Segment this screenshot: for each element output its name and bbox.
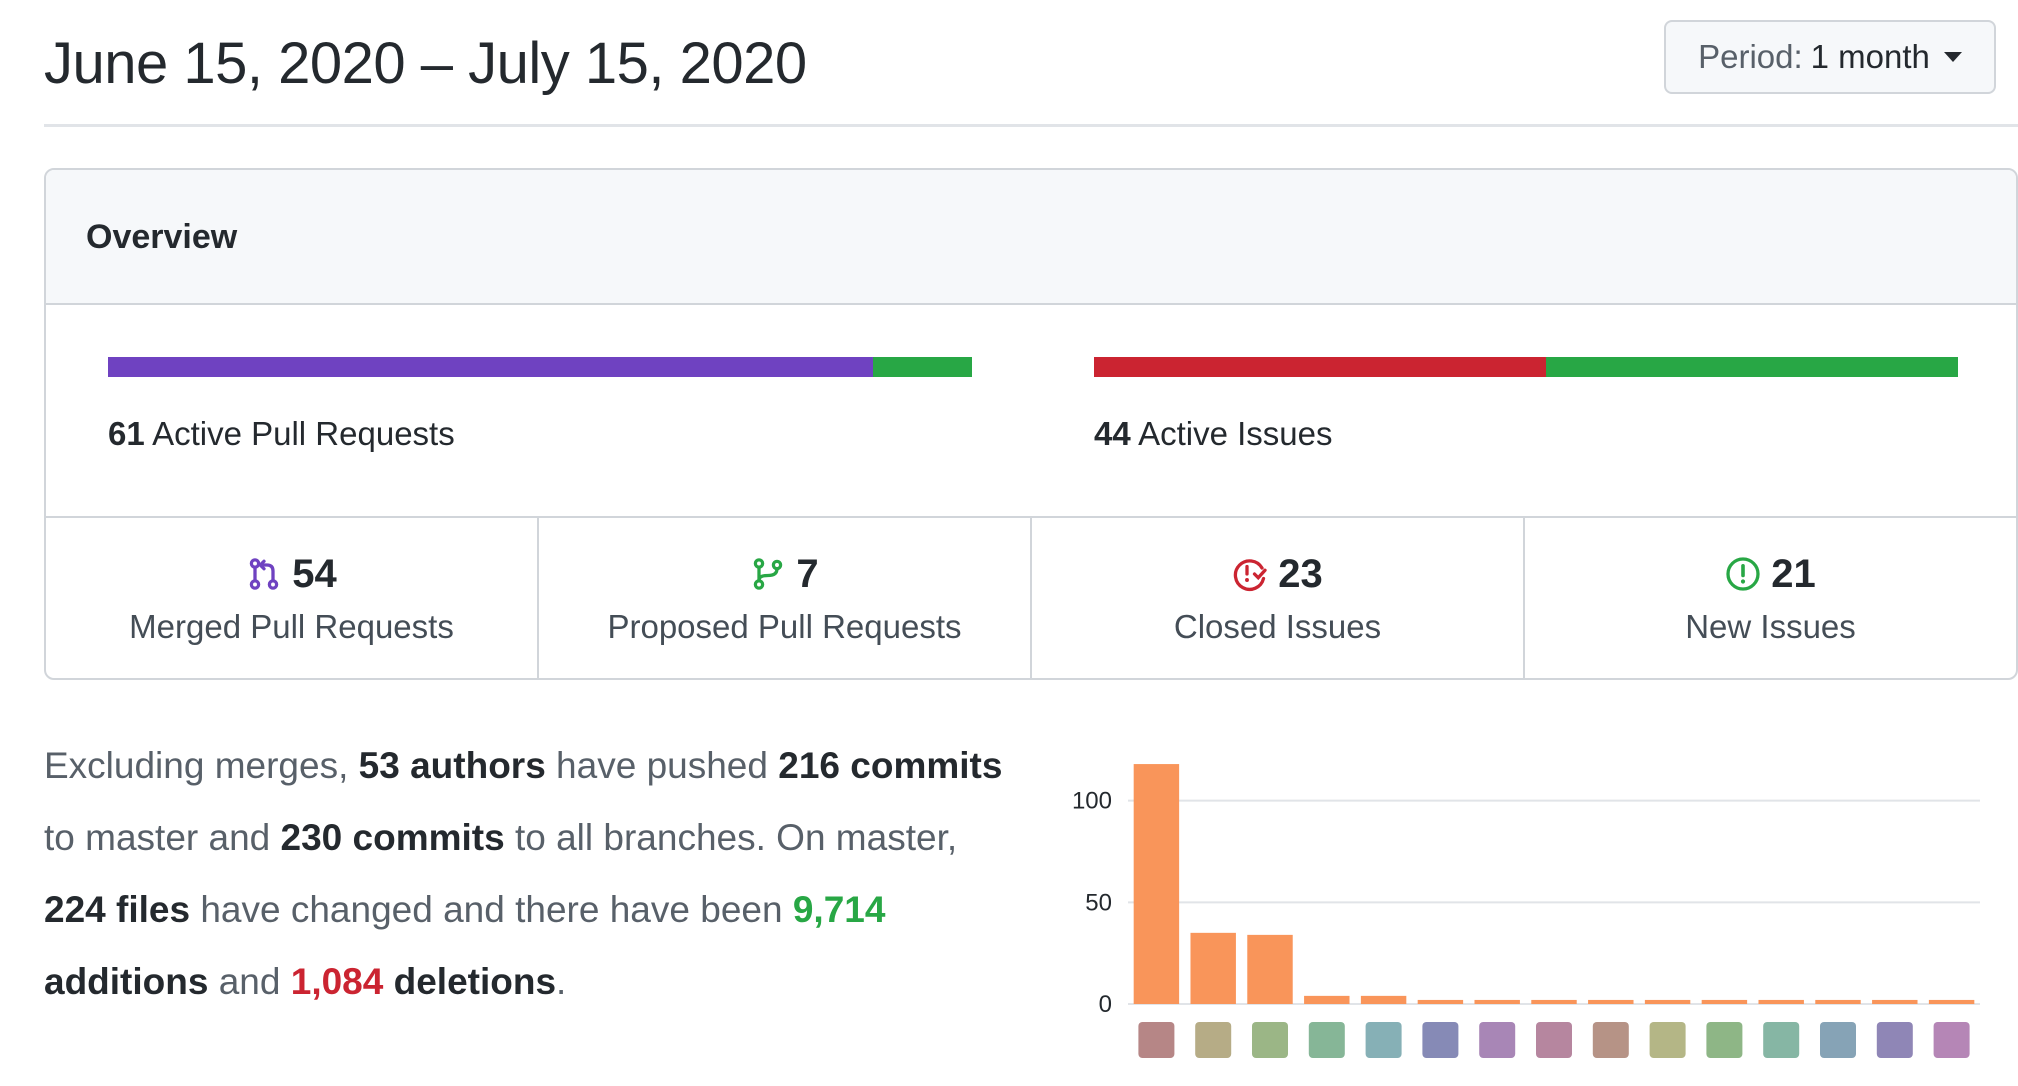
- summary-text: have changed and there have been: [190, 889, 793, 930]
- bar: [1417, 999, 1464, 1004]
- files-changed-count: 224 files: [44, 889, 191, 930]
- y-tick-label: 100: [1072, 788, 1112, 815]
- issue-opened-icon: [1726, 557, 1760, 591]
- deletions-label: deletions: [383, 961, 557, 1002]
- avatar-icon: [1933, 1022, 1970, 1058]
- avatar-icon: [1308, 1022, 1345, 1058]
- chevron-down-icon: [1943, 52, 1962, 62]
- avatar-icon: [1479, 1022, 1516, 1058]
- activity-bars: 61 Active Pull Requests 44 Active Issues: [46, 305, 2016, 518]
- stat-label: Closed Issues: [1173, 608, 1382, 645]
- avatar-icon: [1422, 1022, 1459, 1058]
- bar: [1133, 764, 1180, 1004]
- stat-merged-pull-requests[interactable]: 54 Merged Pull Requests: [46, 518, 539, 678]
- avatar-icon: [1763, 1022, 1800, 1058]
- stat-label: New Issues: [1685, 608, 1856, 645]
- issues-progress-bar[interactable]: [1094, 357, 1958, 377]
- deletions-count: 1,084: [290, 961, 384, 1002]
- stat-new-issues[interactable]: 21 New Issues: [1525, 518, 2016, 678]
- merged-pr-icon: [249, 558, 279, 590]
- avatar-icon: [1592, 1022, 1629, 1058]
- stat-label: Merged Pull Requests: [129, 608, 454, 645]
- bar: [1758, 999, 1804, 1004]
- summary-text: have pushed: [545, 745, 779, 786]
- bar: [1928, 999, 1975, 1004]
- chart-canvas: 0 50 100: [1072, 764, 1980, 1058]
- summary-text: to master and: [44, 817, 281, 858]
- avatar-icon: [1365, 1022, 1402, 1058]
- pr-open-segment: [872, 357, 972, 377]
- active-pr-label: Active Pull Requests: [152, 415, 455, 452]
- bar: [1474, 999, 1520, 1004]
- avatar-icon: [1138, 1022, 1175, 1058]
- bar: [1701, 999, 1748, 1004]
- summary-text: and: [208, 961, 291, 1002]
- branch-icon: [754, 558, 783, 590]
- date-range-title: June 15, 2020 – July 15, 2020: [44, 31, 807, 96]
- summary-text: to all branches. On master,: [504, 817, 958, 858]
- stat-closed-issues[interactable]: 23 Closed Issues: [1032, 518, 1525, 678]
- additions-label: additions: [44, 961, 209, 1002]
- overview-panel: Overview 61 Active Pull Requests 44 Acti…: [44, 168, 2018, 680]
- period-label: Period:: [1698, 38, 1803, 75]
- bar: [1872, 999, 1918, 1004]
- bar: [1247, 934, 1293, 1004]
- y-tick-label: 0: [1099, 991, 1112, 1018]
- period-value: 1 month: [1810, 38, 1930, 75]
- avatar-icon: [1649, 1022, 1686, 1058]
- stat-value: 7: [796, 551, 819, 596]
- header: June 15, 2020 – July 15, 2020 Period: 1 …: [44, 20, 2018, 128]
- header-divider: [44, 124, 2018, 127]
- active-issues-link[interactable]: 44 Active Issues: [1094, 415, 1333, 453]
- bar: [1644, 999, 1691, 1004]
- stat-value: 21: [1771, 551, 1816, 596]
- summary-text: .: [556, 961, 567, 1002]
- all-commits-count: 230 commits: [280, 817, 505, 858]
- authors-count: 53 authors: [358, 745, 546, 786]
- additions-count: 9,714: [792, 889, 886, 930]
- avatar-icon: [1876, 1022, 1913, 1058]
- bar: [1360, 995, 1407, 1004]
- commit-summary: Excluding merges, 53 authors have pushed…: [44, 730, 1004, 1018]
- avatar-icon: [1252, 1022, 1288, 1058]
- stat-value: 23: [1278, 551, 1323, 596]
- period-dropdown-button[interactable]: Period: 1 month: [1664, 20, 1996, 94]
- avatar-icon: [1536, 1022, 1572, 1058]
- avatar-icon: [1195, 1022, 1232, 1058]
- contributors-bar-chart: 0 50 100: [1040, 740, 2018, 1086]
- bar: [1815, 999, 1861, 1004]
- active-issues-label: Active Issues: [1138, 415, 1333, 452]
- avatar-icon: [1820, 1022, 1856, 1058]
- master-commits-count: 216 commits: [778, 745, 1003, 786]
- active-issues-count: 44: [1094, 415, 1131, 452]
- active-pull-requests-link[interactable]: 61 Active Pull Requests: [108, 415, 455, 453]
- stat-label: Proposed Pull Requests: [607, 608, 962, 645]
- pr-merged-segment: [108, 357, 873, 377]
- bar: [1588, 999, 1634, 1004]
- summary-text: Excluding merges,: [44, 745, 359, 786]
- issues-closed-segment: [1094, 357, 1546, 377]
- bar: [1190, 932, 1236, 1004]
- overview-title: Overview: [86, 218, 238, 256]
- issues-open-segment: [1545, 357, 1958, 377]
- stat-value: 54: [292, 551, 337, 596]
- active-pr-count: 61: [108, 415, 145, 452]
- overview-header: Overview: [46, 170, 2016, 305]
- closed-issue-icon: [1234, 559, 1267, 591]
- pull-requests-progress-bar[interactable]: [108, 357, 972, 377]
- bar: [1304, 995, 1350, 1004]
- stats-row: 54 Merged Pull Requests 7 Proposed Pull …: [46, 518, 2016, 678]
- stat-proposed-pull-requests[interactable]: 7 Proposed Pull Requests: [539, 518, 1032, 678]
- avatar-icon: [1706, 1022, 1743, 1058]
- y-tick-label: 50: [1085, 889, 1112, 916]
- bar: [1531, 999, 1577, 1004]
